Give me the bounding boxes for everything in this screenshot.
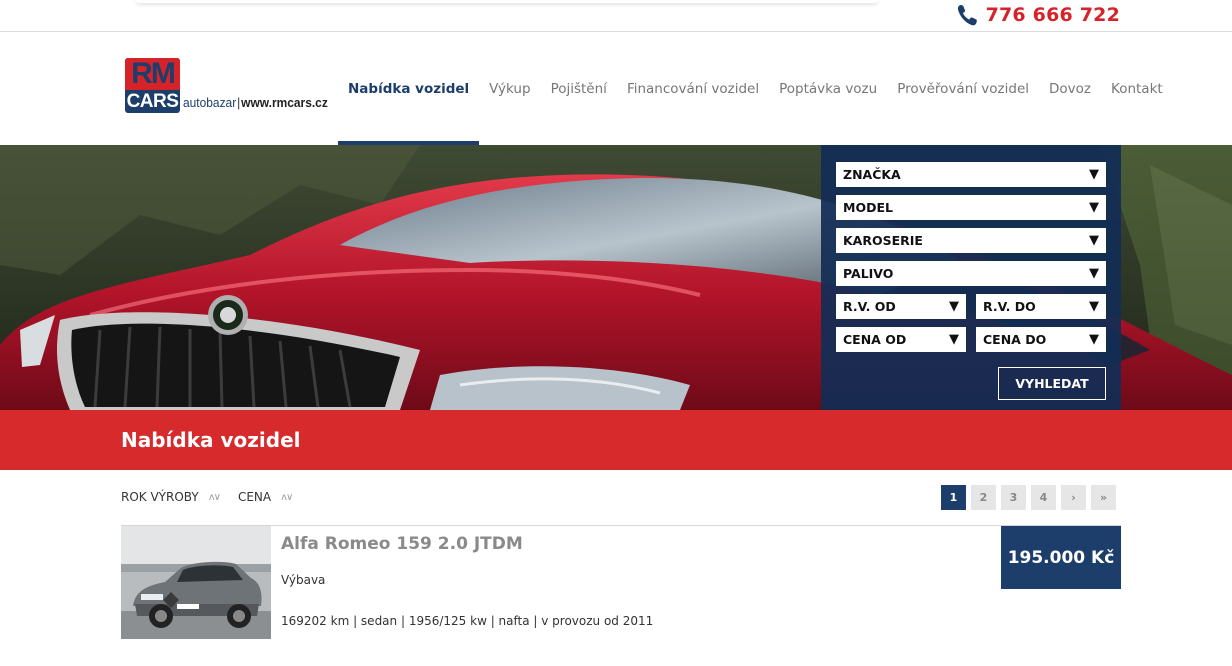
dropdown-arrow-icon: ▼: [949, 332, 959, 347]
select-rv-od[interactable]: R.V. OD ▼: [836, 294, 966, 319]
select-rv-do-label: R.V. DO: [983, 299, 1036, 314]
sort-rok-label: ROK VÝROBY: [121, 490, 199, 504]
site-logo[interactable]: RM CARS autobazar|www.rmcars.cz: [125, 58, 340, 113]
pagination: 1 2 3 4 › »: [941, 485, 1116, 510]
sort-rok-vyroby[interactable]: ROK VÝROBY ʌ∨: [121, 490, 221, 504]
car-photo: [121, 526, 271, 639]
logo-rm: RM: [125, 58, 180, 90]
car-specs: 169202 km | sedan | 1956/125 kw | nafta …: [281, 614, 654, 628]
section-header: Nabídka vozidel: [0, 410, 1232, 470]
sort-cena[interactable]: CENA ʌ∨: [237, 490, 293, 504]
search-panel: ZNAČKA ▼ MODEL ▼ KAROSERIE ▼ PALIVO ▼ R.…: [821, 145, 1121, 410]
search-button[interactable]: VYHLEDAT: [998, 367, 1106, 400]
hero-banner: ZNAČKA ▼ MODEL ▼ KAROSERIE ▼ PALIVO ▼ R.…: [0, 145, 1232, 410]
dropdown-arrow-icon: ▼: [949, 299, 959, 314]
nav-item-pojisteni[interactable]: Pojištění: [541, 32, 617, 145]
page-next[interactable]: ›: [1061, 485, 1086, 510]
dropdown-arrow-icon: ▼: [1089, 167, 1099, 182]
car-equipment-label: Výbava: [281, 573, 326, 587]
sort-arrows-icon[interactable]: ʌ∨: [209, 492, 221, 503]
logo-tag-separator: |: [237, 95, 241, 110]
section-title: Nabídka vozidel: [121, 428, 301, 452]
select-palivo[interactable]: PALIVO ▼: [836, 261, 1106, 286]
nav-item-kontakt[interactable]: Kontakt: [1101, 32, 1173, 145]
dropdown-arrow-icon: ▼: [1089, 266, 1099, 281]
nav-item-dovoz[interactable]: Dovoz: [1039, 32, 1101, 145]
page-4[interactable]: 4: [1031, 485, 1056, 510]
sort-arrows-icon[interactable]: ʌ∨: [281, 492, 293, 503]
car-thumbnail[interactable]: [121, 526, 271, 639]
select-model[interactable]: MODEL ▼: [836, 195, 1106, 220]
phone-number[interactable]: 776 666 722: [986, 4, 1120, 26]
top-bar: 776 666 722: [0, 0, 1232, 32]
page-last[interactable]: »: [1091, 485, 1116, 510]
car-title[interactable]: Alfa Romeo 159 2.0 JTDM: [281, 534, 523, 554]
price-badge: 195.000 Kč: [1001, 526, 1121, 589]
select-rv-do[interactable]: R.V. DO ▼: [976, 294, 1106, 319]
dropdown-arrow-icon: ▼: [1089, 200, 1099, 215]
sort-cena-label: CENA: [237, 490, 272, 504]
logo-tag-autobazar: autobazar: [183, 95, 237, 110]
nav-item-poptavka[interactable]: Poptávka vozu: [769, 32, 887, 145]
dropdown-arrow-icon: ▼: [1089, 299, 1099, 314]
page-2[interactable]: 2: [971, 485, 996, 510]
select-znacka[interactable]: ZNAČKA ▼: [836, 162, 1106, 187]
top-shadow: [136, 0, 878, 3]
select-rv-od-label: R.V. OD: [843, 299, 896, 314]
logo-badge: RM CARS: [125, 58, 180, 113]
dropdown-arrow-icon: ▼: [1089, 233, 1099, 248]
page-3[interactable]: 3: [1001, 485, 1026, 510]
select-karoserie[interactable]: KAROSERIE ▼: [836, 228, 1106, 253]
select-cena-do-label: CENA DO: [983, 332, 1047, 347]
phone-contact[interactable]: 776 666 722: [956, 2, 1120, 28]
select-palivo-label: PALIVO: [843, 266, 894, 281]
logo-tagline: autobazar|www.rmcars.cz: [183, 95, 328, 110]
nav-item-proverovani[interactable]: Prověřování vozidel: [887, 32, 1039, 145]
select-znacka-label: ZNAČKA: [843, 167, 901, 182]
main-nav: Nabídka vozidel Výkup Pojištění Financov…: [338, 32, 1173, 145]
sort-bar: ROK VÝROBY ʌ∨ CENA ʌ∨: [121, 487, 310, 507]
select-cena-od[interactable]: CENA OD ▼: [836, 327, 966, 352]
select-cena-od-label: CENA OD: [843, 332, 907, 347]
logo-tag-url: www.rmcars.cz: [241, 95, 328, 110]
select-model-label: MODEL: [843, 200, 893, 215]
logo-cars: CARS: [126, 91, 179, 112]
dropdown-arrow-icon: ▼: [1089, 332, 1099, 347]
phone-icon: [956, 3, 978, 27]
nav-item-vykup[interactable]: Výkup: [479, 32, 540, 145]
nav-item-nabidka-vozidel[interactable]: Nabídka vozidel: [338, 32, 480, 145]
select-cena-do[interactable]: CENA DO ▼: [976, 327, 1106, 352]
select-karoserie-label: KAROSERIE: [843, 233, 923, 248]
nav-item-financovani[interactable]: Financování vozidel: [617, 32, 769, 145]
page-1[interactable]: 1: [941, 485, 966, 510]
header: RM CARS autobazar|www.rmcars.cz Nabídka …: [0, 32, 1232, 145]
list-item[interactable]: Alfa Romeo 159 2.0 JTDM Výbava 169202 km…: [121, 525, 1121, 640]
